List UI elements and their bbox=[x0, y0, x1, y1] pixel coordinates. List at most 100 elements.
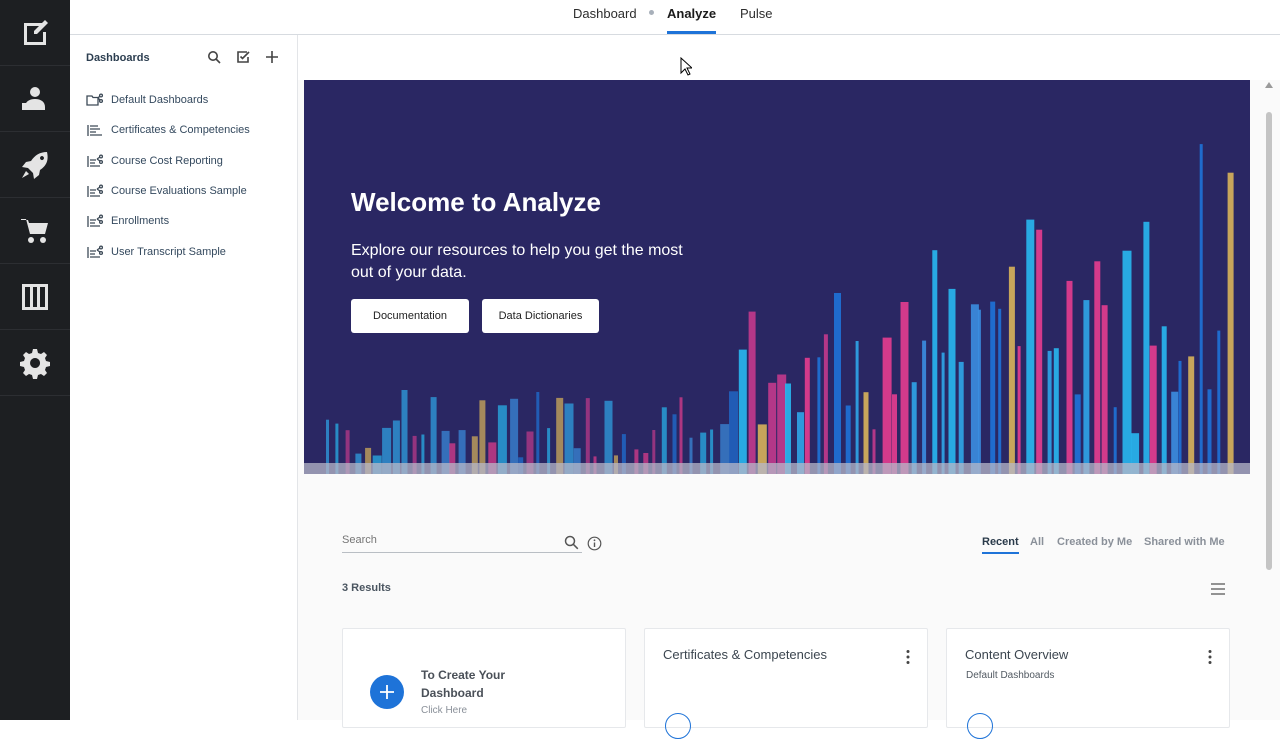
rail-item-people[interactable] bbox=[0, 66, 70, 132]
data-dictionaries-button[interactable]: Data Dictionaries bbox=[482, 299, 599, 333]
sidebar-item-label: Enrollments bbox=[111, 215, 170, 228]
more-options-icon[interactable] bbox=[905, 649, 911, 665]
decorative-bar bbox=[804, 357, 810, 474]
card-avatar-icon bbox=[665, 713, 691, 739]
create-dashboard-card[interactable]: To Create Your Dashboard Click Here bbox=[342, 628, 626, 728]
vertical-scrollbar[interactable] bbox=[1264, 80, 1274, 570]
banner-subtitle: Explore our resources to help you get th… bbox=[351, 242, 683, 281]
sidebar-item-default-dashboards[interactable]: Default Dashboards bbox=[86, 85, 291, 115]
sidebar-item-certificates[interactable]: Certificates & Competencies bbox=[86, 115, 291, 145]
card-avatar-icon bbox=[967, 713, 993, 739]
decorative-bar bbox=[970, 304, 979, 474]
gear-icon bbox=[20, 348, 50, 379]
card-subtitle: Default Dashboards bbox=[966, 670, 1055, 681]
search-icon[interactable] bbox=[564, 535, 579, 550]
rail-item-rocket[interactable] bbox=[0, 132, 70, 198]
decorative-bar bbox=[1178, 360, 1182, 474]
shared-list-icon bbox=[87, 154, 104, 167]
decorative-bar bbox=[1047, 350, 1052, 474]
card-title: To Create Your Dashboard bbox=[421, 668, 506, 700]
banner-bottom-strip bbox=[304, 463, 1250, 474]
search-icon[interactable] bbox=[207, 50, 223, 66]
edit-note-icon bbox=[24, 19, 48, 45]
decorative-bar bbox=[1008, 266, 1015, 474]
add-dashboard-icon[interactable] bbox=[370, 675, 404, 709]
sidebar-item-label: Certificates & Competencies bbox=[111, 124, 250, 137]
filter-all[interactable]: All bbox=[1030, 536, 1044, 548]
decorative-bar bbox=[1053, 348, 1059, 474]
decorative-bar bbox=[948, 288, 956, 474]
decorative-bar bbox=[817, 357, 821, 474]
decorative-bar bbox=[1101, 305, 1108, 474]
results-count: 3 Results bbox=[342, 582, 391, 594]
app-rail bbox=[0, 0, 70, 720]
decorative-bar bbox=[1171, 391, 1179, 474]
decorative-bar bbox=[401, 390, 408, 474]
sidebar-item-label: Default Dashboards bbox=[111, 94, 209, 107]
decorative-bar bbox=[1149, 345, 1157, 474]
card-title: Content Overview bbox=[965, 647, 1069, 662]
checklist-icon[interactable] bbox=[236, 50, 252, 66]
people-icon bbox=[22, 86, 45, 110]
tab-dashboard[interactable]: Dashboard bbox=[573, 6, 637, 34]
decorative-bar bbox=[834, 293, 841, 474]
mouse-cursor-icon bbox=[680, 57, 692, 76]
filter-created-by-me[interactable]: Created by Me bbox=[1057, 536, 1132, 548]
decorative-bar bbox=[990, 301, 996, 474]
folder-share-icon bbox=[86, 93, 104, 106]
rail-item-columns[interactable] bbox=[0, 264, 70, 330]
decorative-bar bbox=[748, 311, 756, 474]
sidebar-item-course-cost[interactable]: Course Cost Reporting bbox=[86, 146, 291, 176]
decorative-bar bbox=[1207, 389, 1212, 474]
decorative-bar bbox=[1026, 219, 1035, 474]
decorative-bar bbox=[1122, 250, 1132, 474]
sidebar-item-user-transcript[interactable]: User Transcript Sample bbox=[86, 236, 291, 266]
documentation-button[interactable]: Documentation bbox=[351, 299, 469, 333]
filter-shared-with-me[interactable]: Shared with Me bbox=[1144, 536, 1225, 548]
rail-item-cart[interactable] bbox=[0, 198, 70, 264]
dashboards-sidebar: Dashboards Default Dashboards Certificat… bbox=[70, 35, 298, 720]
scroll-up-arrow[interactable] bbox=[1265, 82, 1273, 88]
decorative-bar bbox=[863, 392, 869, 474]
sidebar-item-enrollments[interactable]: Enrollments bbox=[86, 206, 291, 236]
info-icon[interactable] bbox=[587, 536, 602, 551]
add-icon[interactable] bbox=[265, 50, 281, 66]
rocket-icon bbox=[22, 151, 48, 179]
more-options-icon[interactable] bbox=[1207, 649, 1213, 665]
decorative-bar bbox=[777, 374, 787, 474]
decorative-bar bbox=[855, 341, 859, 474]
decorative-bar bbox=[1094, 261, 1101, 474]
decorative-bar bbox=[911, 382, 917, 474]
decorative-bar bbox=[882, 337, 892, 474]
shared-list-icon bbox=[87, 245, 104, 258]
decorative-bar bbox=[922, 340, 927, 474]
sidebar-item-course-evaluations[interactable]: Course Evaluations Sample bbox=[86, 176, 291, 206]
list-view-icon[interactable] bbox=[1210, 582, 1226, 596]
decorative-bar bbox=[932, 250, 938, 474]
dashboard-search bbox=[342, 531, 582, 553]
tab-pulse[interactable]: Pulse bbox=[740, 6, 773, 34]
tab-separator bbox=[649, 10, 654, 15]
decorative-bar bbox=[729, 391, 738, 474]
decorative-bar bbox=[1143, 221, 1150, 474]
rail-item-edit[interactable] bbox=[0, 0, 70, 66]
card-link[interactable]: Click Here bbox=[421, 705, 467, 716]
decorative-bar bbox=[1199, 144, 1203, 474]
main-header-band bbox=[298, 35, 1280, 80]
scroll-thumb[interactable] bbox=[1266, 112, 1272, 570]
decorative-bar bbox=[1227, 172, 1234, 474]
top-nav: Dashboard Analyze Pulse bbox=[70, 0, 1280, 35]
rail-item-settings[interactable] bbox=[0, 330, 70, 396]
decorative-bar bbox=[958, 361, 964, 474]
decorative-bar bbox=[785, 383, 791, 474]
cart-icon bbox=[21, 218, 48, 243]
decorative-bar bbox=[823, 334, 828, 474]
sidebar-item-label: Course Evaluations Sample bbox=[111, 185, 247, 198]
filter-recent[interactable]: Recent bbox=[982, 536, 1019, 554]
dashboard-card[interactable]: Content Overview Default Dashboards bbox=[946, 628, 1230, 739]
decorative-bar bbox=[1188, 356, 1195, 474]
decorative-bar bbox=[1161, 326, 1167, 474]
search-input[interactable] bbox=[342, 534, 552, 546]
tab-analyze[interactable]: Analyze bbox=[667, 6, 717, 34]
dashboard-card[interactable]: Certificates & Competencies bbox=[644, 628, 928, 739]
